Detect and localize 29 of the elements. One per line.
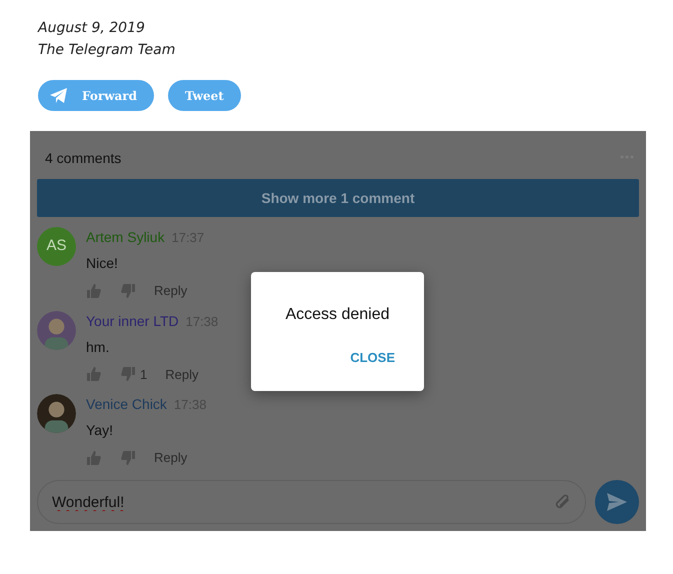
reply-link[interactable]: Reply: [154, 281, 188, 300]
close-button[interactable]: CLOSE: [350, 348, 395, 368]
like-icon[interactable]: [86, 450, 102, 466]
dislike-icon[interactable]: [120, 450, 136, 466]
comment-text: Yay!: [86, 421, 114, 440]
reply-link[interactable]: Reply: [154, 448, 188, 468]
post-author: The Telegram Team: [38, 41, 176, 60]
forward-button[interactable]: Forward: [38, 80, 154, 111]
send-button[interactable]: [595, 480, 639, 524]
author-name[interactable]: Your inner LTD: [86, 310, 179, 332]
paper-plane-icon: [50, 88, 68, 104]
dislike-icon[interactable]: [120, 282, 136, 299]
author-name[interactable]: Artem Syliuk: [86, 227, 165, 248]
dislike-icon[interactable]: [120, 366, 136, 382]
comment-count: 4 comments: [45, 150, 122, 166]
comment-text: hm.: [86, 338, 110, 356]
post-date: August 9, 2019: [38, 19, 146, 38]
avatar: AS: [37, 227, 76, 266]
send-icon: [606, 492, 628, 512]
reply-link[interactable]: Reply: [165, 364, 198, 384]
dislike-count: 1: [140, 366, 148, 384]
like-icon[interactable]: [86, 366, 102, 382]
comment-input[interactable]: Wonderful!: [37, 480, 586, 524]
dialog-message: Access denied: [284, 305, 391, 325]
tweet-button[interactable]: Tweet: [168, 80, 241, 111]
comment-text: Nice!: [86, 254, 119, 273]
author-name[interactable]: Venice Chick: [86, 394, 167, 415]
show-more-button[interactable]: Show more 1 comment: [37, 179, 639, 217]
like-icon[interactable]: [86, 282, 102, 299]
